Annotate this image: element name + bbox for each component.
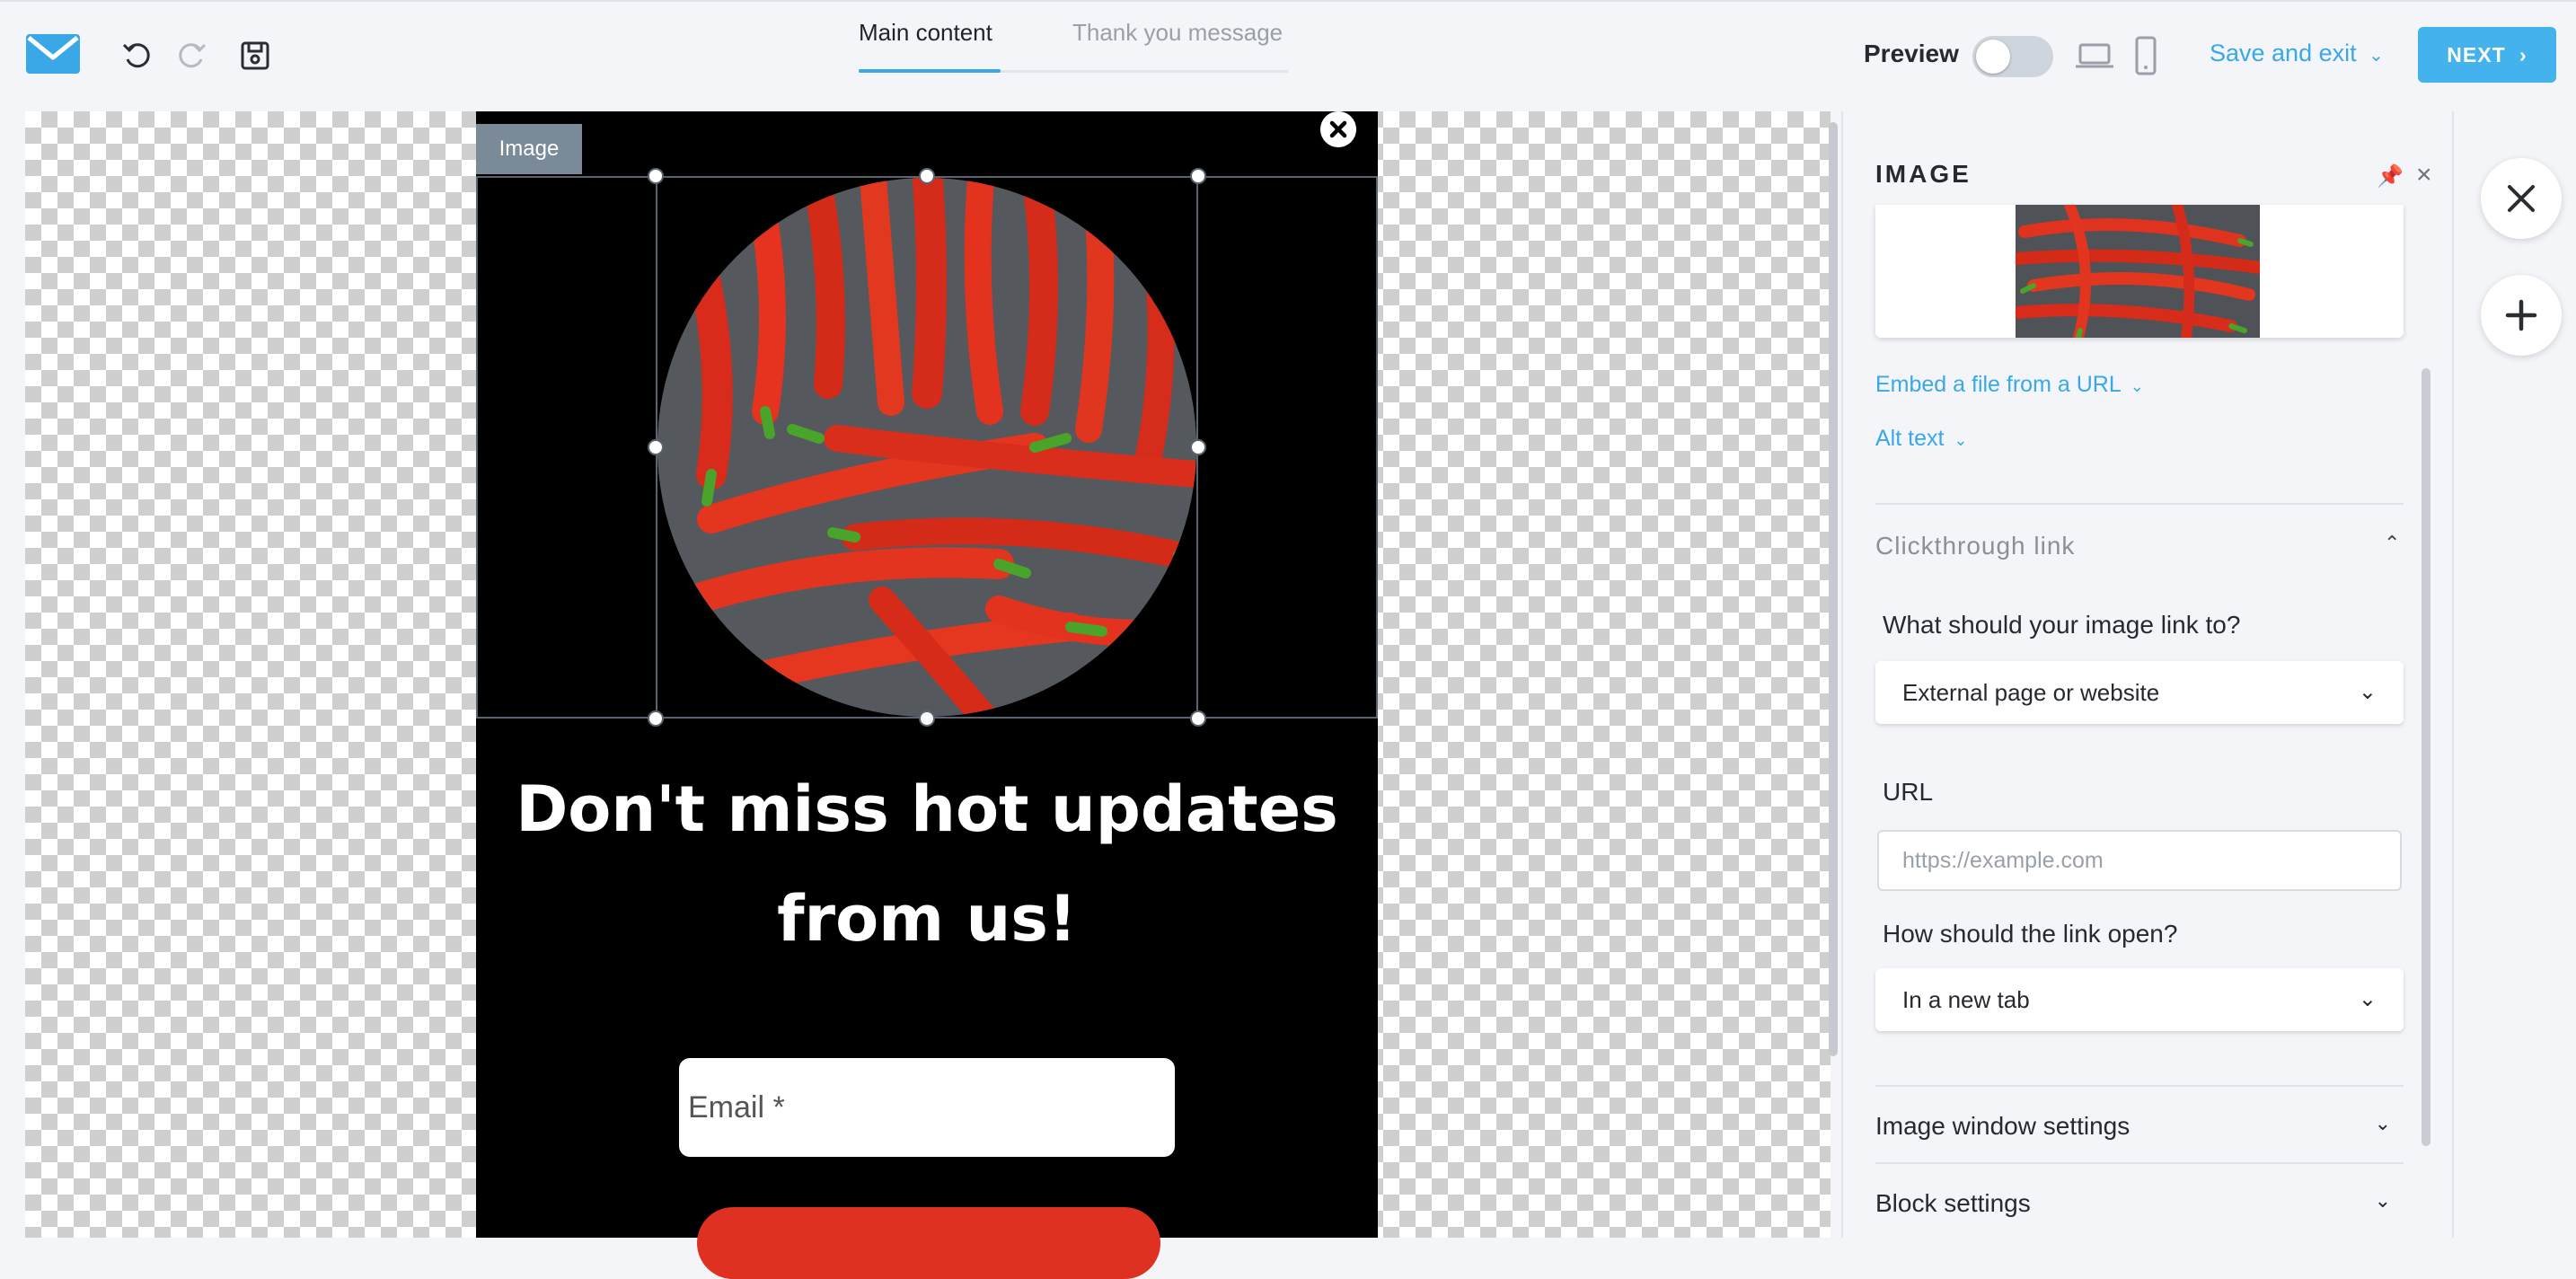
plus-icon <box>2505 299 2537 331</box>
chevron-down-icon: ⌄ <box>2374 1112 2391 1134</box>
chevron-up-icon[interactable]: ⌃ <box>2384 532 2400 555</box>
canvas-scrollbar[interactable] <box>1829 122 1838 1056</box>
resize-handle-right[interactable] <box>1190 439 1206 455</box>
block-settings-label: Block settings <box>1875 1189 2031 1217</box>
save-icon[interactable] <box>239 40 271 72</box>
resize-handle-top-right[interactable] <box>1190 168 1206 184</box>
resize-handle-top[interactable] <box>919 168 935 184</box>
image-selection-box[interactable] <box>656 176 1198 719</box>
chevron-down-icon: ⌄ <box>2374 1189 2391 1212</box>
image-window-settings-label: Image window settings <box>1875 1112 2130 1140</box>
resize-handle-bottom-right[interactable] <box>1190 710 1206 727</box>
popup-close-icon[interactable] <box>1320 111 1356 147</box>
section-divider <box>1875 503 2404 505</box>
pin-icon[interactable]: 📌 <box>2377 163 2404 190</box>
toggle-knob <box>1976 40 2010 74</box>
section-divider <box>1875 1085 2404 1087</box>
redo-icon[interactable] <box>176 40 208 72</box>
close-icon <box>2508 185 2535 212</box>
url-label: URL <box>1883 778 1934 806</box>
tab-thank-you-message[interactable]: Thank you message <box>1072 16 1283 74</box>
resize-handle-bottom[interactable] <box>919 710 935 727</box>
chevron-down-icon: ⌄ <box>2369 46 2384 66</box>
embed-url-link[interactable]: Embed a file from a URL ⌄ <box>1875 372 2144 398</box>
resize-handle-left[interactable] <box>648 439 664 455</box>
submit-button[interactable] <box>697 1207 1160 1279</box>
top-toolbar <box>0 0 2576 110</box>
resize-handle-bottom-left[interactable] <box>648 710 664 727</box>
embed-url-label: Embed a file from a URL <box>1875 372 2121 397</box>
link-open-select[interactable]: In a new tab ⌄ <box>1875 968 2404 1031</box>
link-question-label: What should your image link to? <box>1883 611 2241 639</box>
url-input[interactable]: https://example.com <box>1877 830 2402 891</box>
block-settings-section[interactable]: Block settings ⌄ <box>1875 1189 2404 1218</box>
clickthrough-section-header[interactable]: Clickthrough link <box>1875 532 2075 560</box>
popup-headline[interactable]: Don't miss hot updates from us! <box>485 754 1369 974</box>
preview-toggle[interactable] <box>1972 36 2053 77</box>
next-button[interactable]: NEXT › <box>2418 27 2556 83</box>
image-window-settings-section[interactable]: Image window settings ⌄ <box>1875 1112 2404 1141</box>
logo-envelope-icon[interactable] <box>25 32 81 75</box>
alt-text-link[interactable]: Alt text ⌄ <box>1875 426 1967 452</box>
panel-scrollbar[interactable] <box>2422 368 2430 1146</box>
link-target-select[interactable]: External page or website ⌄ <box>1875 661 2404 724</box>
panel-close-icon[interactable]: × <box>2416 160 2432 190</box>
chevron-down-icon: ⌄ <box>1954 431 1968 449</box>
next-label: NEXT <box>2447 43 2506 66</box>
link-open-value: In a new tab <box>1902 986 2030 1013</box>
chevron-down-icon: ⌄ <box>2130 377 2144 395</box>
image-block-tag: Image <box>476 124 582 174</box>
close-sidebar-button[interactable] <box>2481 158 2562 239</box>
image-thumbnail <box>2016 205 2260 338</box>
laptop-icon[interactable] <box>2075 40 2114 72</box>
chevron-down-icon: ⌄ <box>2358 987 2377 1011</box>
section-divider <box>1875 1162 2404 1164</box>
active-tab-indicator <box>859 69 1001 73</box>
mobile-icon[interactable] <box>2134 36 2157 75</box>
save-and-exit-label: Save and exit <box>2210 40 2357 66</box>
chevron-right-icon: › <box>2519 43 2527 66</box>
add-block-button[interactable] <box>2481 275 2562 356</box>
preview-label: Preview <box>1864 40 1959 67</box>
link-target-value: External page or website <box>1902 679 2160 706</box>
chevron-down-icon: ⌄ <box>2358 680 2377 704</box>
alt-text-label: Alt text <box>1875 426 1945 451</box>
email-field[interactable]: Email * <box>679 1058 1175 1157</box>
resize-handle-top-left[interactable] <box>648 168 664 184</box>
open-question-label: How should the link open? <box>1883 920 2178 948</box>
image-thumbnail-card[interactable] <box>1875 205 2404 338</box>
panel-title: IMAGE <box>1875 160 1972 188</box>
tab-main-content[interactable]: Main content <box>859 16 992 74</box>
undo-icon[interactable] <box>120 40 153 72</box>
save-and-exit-menu[interactable]: Save and exit ⌄ <box>2210 40 2384 67</box>
